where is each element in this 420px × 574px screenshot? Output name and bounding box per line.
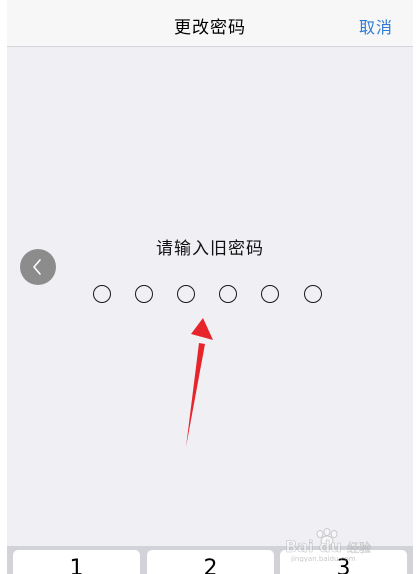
cancel-button[interactable]: 取消 — [359, 14, 393, 38]
change-passcode-screen: 更改密码 取消 请输入旧密码 1 2 3 Bai du 经验 jingyan.b… — [7, 0, 413, 574]
keypad-key-3[interactable]: 3 — [280, 550, 407, 574]
enter-old-passcode-prompt: 请输入旧密码 — [156, 239, 264, 259]
keypad-key-2[interactable]: 2 — [147, 550, 274, 574]
navigation-bar: 更改密码 取消 — [7, 0, 413, 47]
passcode-dots — [93, 285, 333, 305]
passcode-dot-4 — [219, 285, 237, 303]
keypad-key-1[interactable]: 1 — [13, 550, 140, 574]
numeric-keypad: 1 2 3 — [7, 546, 413, 574]
passcode-dot-6 — [304, 285, 322, 303]
passcode-dot-1 — [93, 285, 111, 303]
passcode-dot-2 — [135, 285, 153, 303]
passcode-dot-3 — [177, 285, 195, 303]
annotation-arrow-icon — [186, 318, 213, 447]
page-title: 更改密码 — [174, 18, 246, 38]
passcode-dot-5 — [261, 285, 279, 303]
